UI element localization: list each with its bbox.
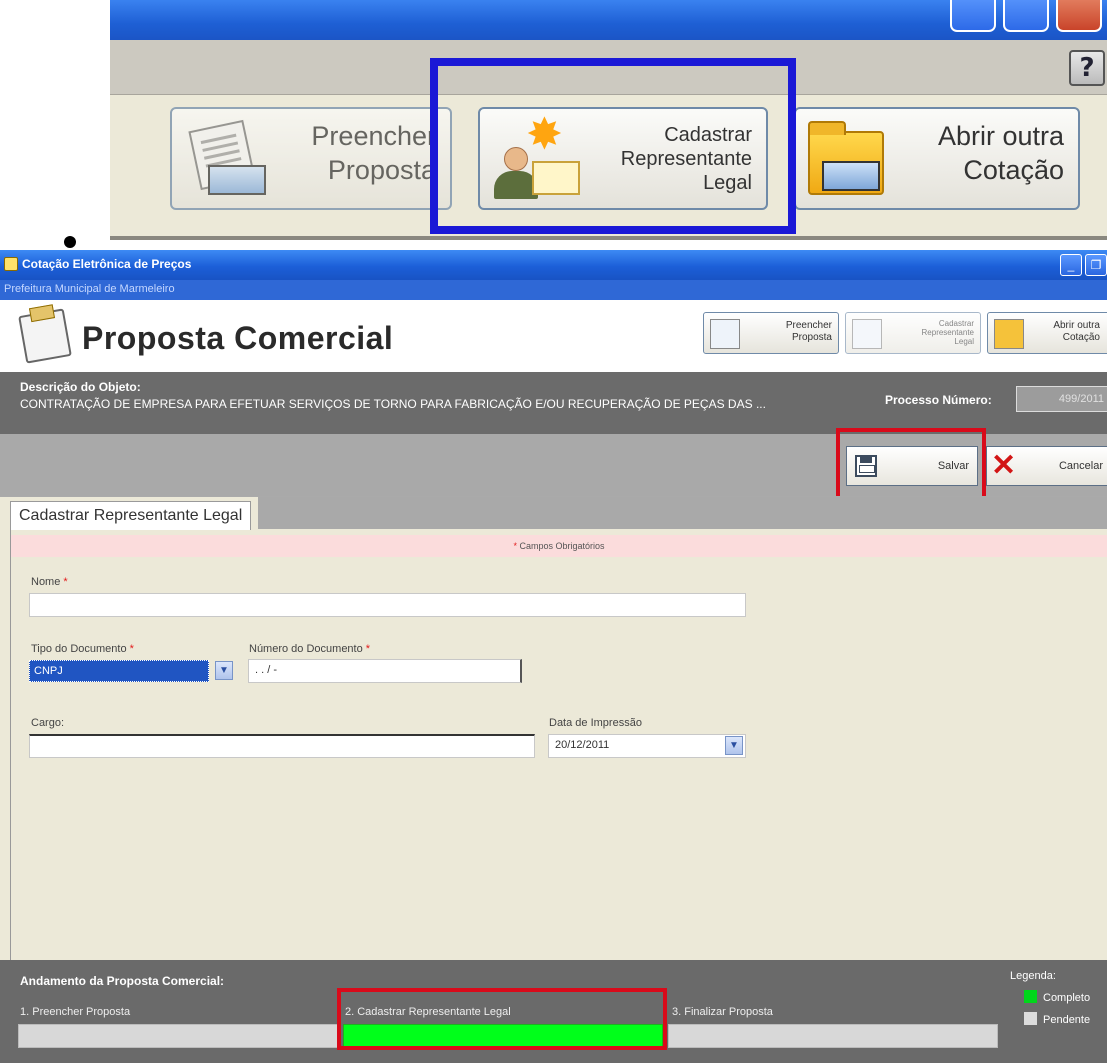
cancel-button[interactable]: ✕ Cancelar — [986, 446, 1107, 486]
step-3-bar — [668, 1024, 998, 1048]
zoom-fill-proposal-line1: Preencher — [311, 121, 436, 151]
register-line3: Legal — [954, 337, 974, 346]
organization-bar: Prefeitura Municipal de Marmeleiro — [0, 280, 1107, 300]
minimize-icon[interactable]: _ — [1060, 254, 1082, 276]
chevron-down-icon[interactable]: ▼ — [215, 661, 233, 680]
role-input[interactable] — [29, 734, 535, 758]
cancel-x-icon: ✕ — [991, 449, 1017, 482]
document-number-label: Número do Documento * — [249, 643, 371, 655]
zoom-open-quote-line1: Abrir outra — [937, 121, 1064, 151]
required-fields-notice: * Campos Obrigatórios — [11, 535, 1107, 557]
register-line1: Cadastrar — [938, 319, 974, 328]
step-1-label: 1. Preencher Proposta — [20, 1006, 131, 1018]
proposal-document-icon — [18, 308, 72, 364]
process-number-label: Processo Número: — [885, 393, 992, 407]
fill-proposal-line1: Preencher — [785, 320, 832, 331]
window-title: Cotação Eletrônica de Preços — [22, 257, 192, 271]
document-number-input[interactable]: . . / - — [248, 659, 522, 683]
object-description-bar: Descrição do Objeto: CONTRATAÇÃO DE EMPR… — [0, 372, 1107, 434]
close-icon[interactable] — [1056, 0, 1102, 32]
app-window: Cotação Eletrônica de Preços _ ❐ Prefeit… — [0, 250, 1107, 1063]
monitor-icon — [822, 161, 880, 191]
object-description-value: CONTRATAÇÃO DE EMPRESA PARA EFETUAR SERV… — [20, 397, 766, 411]
app-icon — [4, 257, 18, 271]
print-date-input[interactable]: 20/12/2011 ▼ — [548, 734, 746, 758]
blue-highlight-box — [430, 58, 796, 234]
progress-title: Andamento da Proposta Comercial: — [20, 974, 225, 988]
folder-icon — [994, 319, 1024, 349]
step-3-label: 3. Finalizar Proposta — [672, 1006, 773, 1018]
print-date-label: Data de Impressão — [549, 717, 642, 729]
legend-complete: Completo — [1024, 990, 1090, 1004]
register-line2: Representante — [921, 328, 974, 337]
legend-title: Legenda: — [1010, 970, 1056, 982]
open-quote-line1: Abrir outra — [1053, 320, 1100, 331]
help-icon[interactable]: ? — [1069, 50, 1105, 86]
minimize-icon[interactable] — [950, 0, 996, 32]
person-icon — [852, 319, 882, 349]
step-red-highlight — [337, 988, 667, 1050]
name-label: Nome * — [31, 576, 68, 588]
zoom-fill-proposal-button[interactable]: Preencher Proposta — [170, 107, 452, 210]
name-input[interactable] — [29, 593, 746, 617]
object-description-label: Descrição do Objeto: — [20, 380, 141, 394]
role-label: Cargo: — [31, 717, 65, 729]
open-quote-line2: Cotação — [1062, 332, 1100, 343]
document-type-label: Tipo do Documento * — [31, 643, 134, 655]
maximize-icon[interactable] — [1003, 0, 1049, 32]
bullet-dot — [64, 236, 76, 248]
organization-name: Prefeitura Municipal de Marmeleiro — [4, 283, 175, 295]
fill-proposal-line2: Proposta — [791, 332, 832, 343]
chevron-down-icon[interactable]: ▼ — [725, 736, 743, 755]
document-type-value: CNPJ — [29, 660, 209, 682]
tab-strip: Cadastrar Representante Legal — [0, 496, 1107, 531]
zoom-divider — [110, 236, 1107, 240]
title-bar: Cotação Eletrônica de Preços _ ❐ — [0, 250, 1107, 280]
open-quote-button[interactable]: Abrir outra Cotação — [987, 312, 1107, 354]
zoom-fill-proposal-line2: Proposta — [327, 155, 436, 185]
register-representative-button[interactable]: Cadastrar Representante Legal — [845, 312, 981, 354]
save-red-highlight — [836, 428, 986, 500]
restore-icon[interactable]: ❐ — [1085, 254, 1107, 276]
tab-register-representative[interactable]: Cadastrar Representante Legal — [10, 501, 252, 531]
document-type-select[interactable]: CNPJ ▼ — [29, 660, 237, 682]
cancel-label: Cancelar — [1058, 460, 1103, 472]
zoom-open-quote-line2: Cotação — [963, 155, 1064, 185]
document-icon — [710, 319, 740, 349]
print-date-value: 20/12/2011 — [555, 739, 610, 751]
process-number-field: 499/2011 — [1016, 386, 1107, 412]
monitor-icon — [208, 165, 266, 195]
page-header: Proposta Comercial Preencher Proposta Ca… — [0, 300, 1107, 372]
zoom-open-quote-button[interactable]: Abrir outra Cotação — [794, 107, 1080, 210]
step-1-bar — [18, 1024, 340, 1048]
page-title: Proposta Comercial — [82, 320, 394, 356]
form-panel: * Campos Obrigatórios Nome * Tipo do Doc… — [10, 530, 1107, 960]
fill-proposal-button[interactable]: Preencher Proposta — [703, 312, 839, 354]
legend-pending: Pendente — [1024, 1012, 1090, 1026]
